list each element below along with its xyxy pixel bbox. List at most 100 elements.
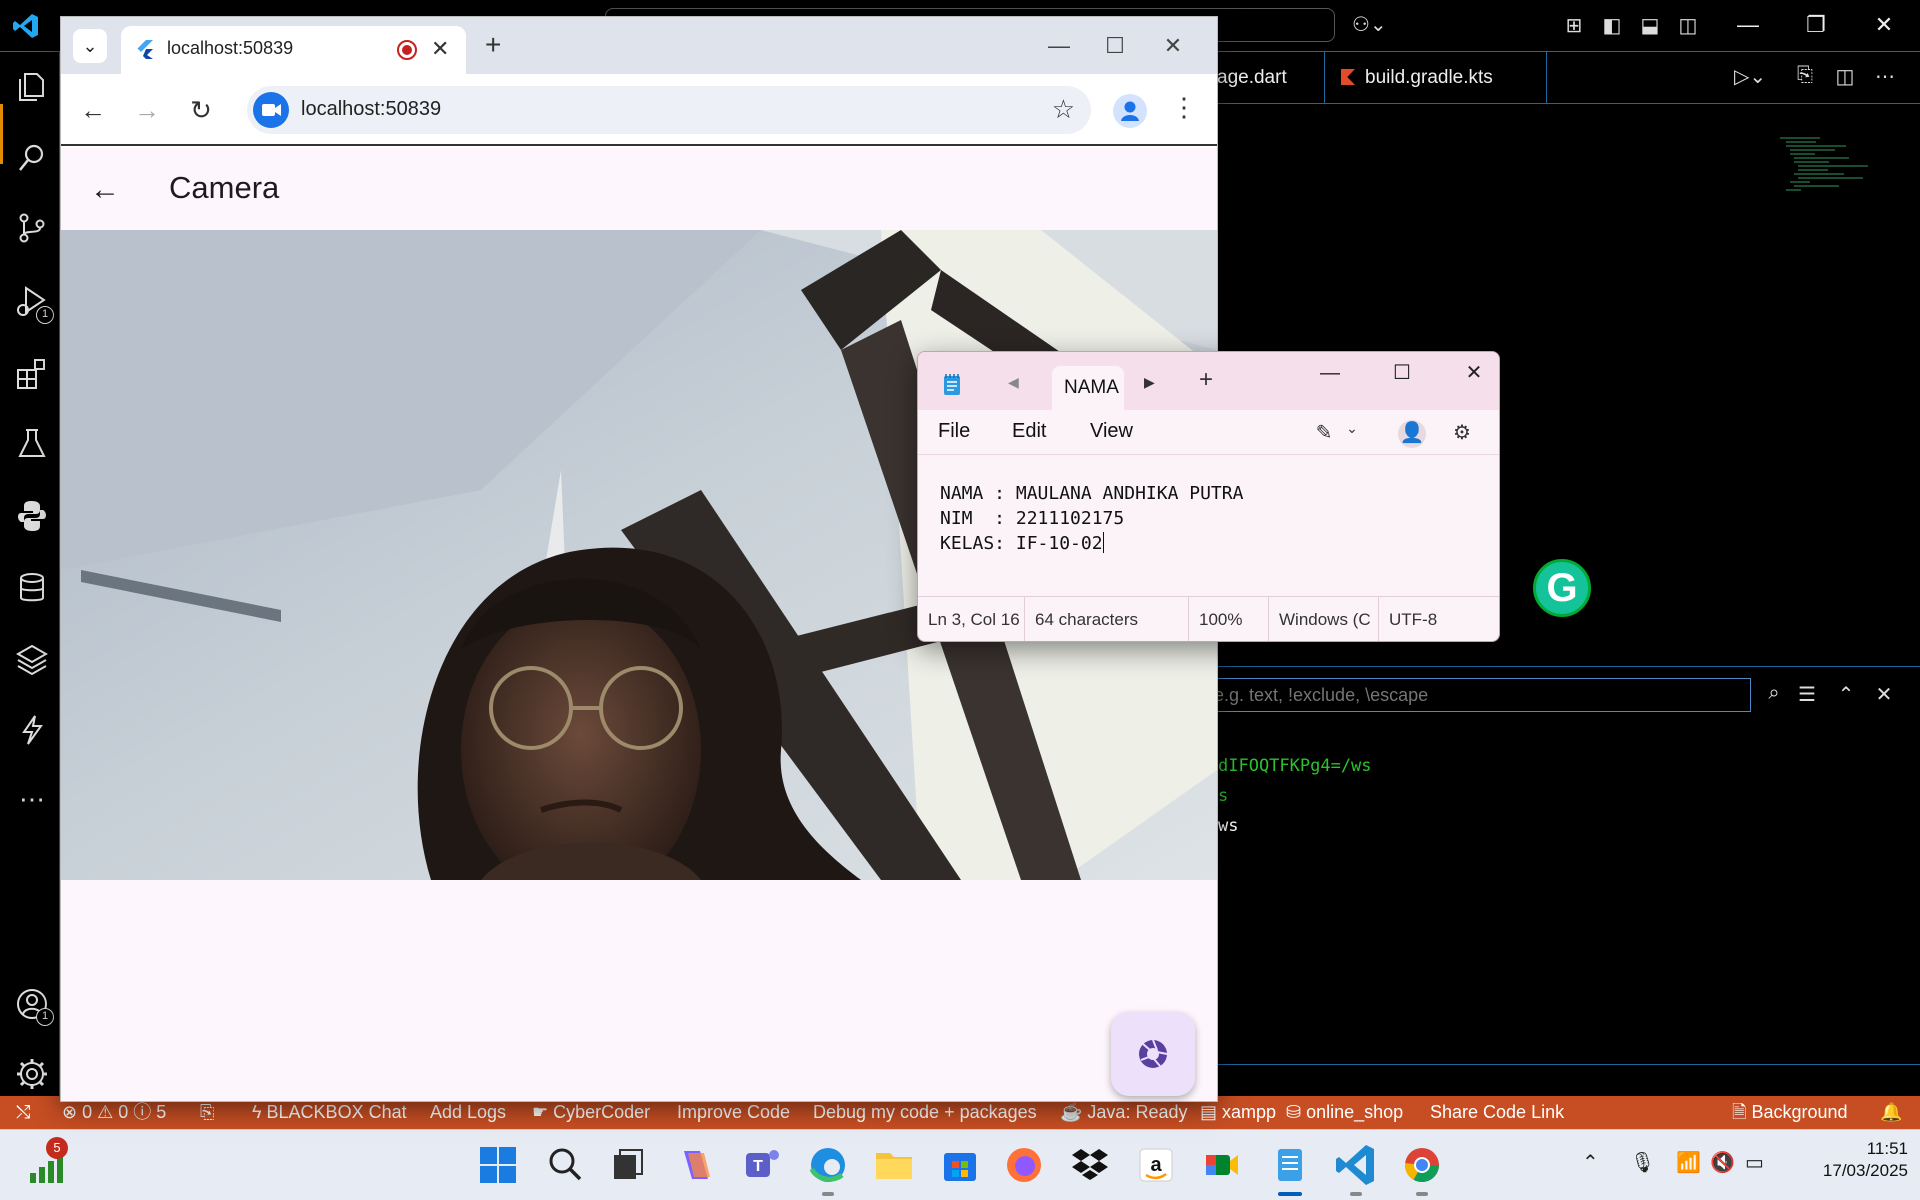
tab-scroll-left-icon[interactable]: ◀ bbox=[1008, 374, 1019, 391]
terminal-find-input[interactable] bbox=[1205, 678, 1751, 712]
tab-search-button[interactable]: ⌄ bbox=[73, 29, 107, 63]
copilot-icon[interactable]: ⚇⌄ bbox=[1352, 12, 1400, 38]
start-icon[interactable] bbox=[472, 1139, 524, 1191]
notepad-tab[interactable]: NAMA bbox=[1052, 366, 1124, 410]
vscode-taskbar-icon[interactable] bbox=[1330, 1139, 1382, 1196]
encoding[interactable]: UTF-8 bbox=[1378, 597, 1447, 641]
svg-text:a: a bbox=[1150, 1154, 1162, 1176]
task-view-icon[interactable] bbox=[602, 1139, 654, 1191]
battery-icon[interactable]: ▭ bbox=[1745, 1150, 1764, 1175]
clock[interactable]: 11:51 17/03/2025 bbox=[1788, 1138, 1908, 1182]
remote-icon[interactable]: ⤭ bbox=[16, 1096, 30, 1129]
minimap[interactable] bbox=[1780, 135, 1870, 245]
capture-button[interactable] bbox=[1111, 1012, 1195, 1096]
background-status[interactable]: 🗎 Background bbox=[1732, 1096, 1848, 1129]
share-code-status[interactable]: Share Code Link bbox=[1430, 1096, 1564, 1129]
menu-edit[interactable]: Edit bbox=[1012, 420, 1046, 443]
search-icon[interactable] bbox=[14, 140, 50, 176]
chrome-close-button[interactable]: ✕ bbox=[1153, 30, 1193, 62]
browser-tab[interactable]: localhost:50839 ✕ bbox=[121, 26, 466, 74]
menu-file[interactable]: File bbox=[938, 420, 970, 443]
find-close-icon[interactable]: ✕ bbox=[1870, 682, 1898, 710]
settings-gear-icon[interactable] bbox=[14, 1056, 50, 1092]
find-search-icon[interactable]: ⌕ bbox=[1760, 682, 1788, 710]
chrome-maximize-button[interactable]: ☐ bbox=[1095, 30, 1135, 62]
forward-button[interactable]: → bbox=[131, 94, 163, 126]
tab-scroll-right-icon[interactable]: ▶ bbox=[1144, 374, 1155, 391]
firefox-icon[interactable] bbox=[998, 1139, 1050, 1191]
camera-in-use-icon[interactable] bbox=[253, 92, 289, 128]
run-dropdown-icon[interactable]: ▷⌄ bbox=[1734, 64, 1766, 94]
teams-icon[interactable]: T bbox=[736, 1139, 788, 1191]
reload-button[interactable]: ↻ bbox=[185, 94, 217, 126]
line-ending[interactable]: Windows (C bbox=[1268, 597, 1378, 641]
editor-more-icon[interactable]: ⋯ bbox=[1870, 64, 1900, 94]
meet-icon[interactable] bbox=[1196, 1139, 1248, 1191]
notepad-taskbar-icon[interactable] bbox=[1264, 1139, 1316, 1196]
amazon-icon[interactable]: a bbox=[1130, 1139, 1182, 1191]
find-previous-icon[interactable]: ⌃ bbox=[1832, 682, 1860, 710]
accounts-icon[interactable]: 1 bbox=[14, 986, 54, 1026]
wifi-icon[interactable]: 📶 bbox=[1676, 1150, 1701, 1175]
notepad-maximize-button[interactable]: ☐ bbox=[1382, 356, 1422, 390]
toggle-secondary-sidebar-icon[interactable]: ◫ bbox=[1674, 12, 1702, 40]
toggle-sidebar-icon[interactable]: ◧ bbox=[1598, 12, 1626, 40]
new-tab-button[interactable]: + bbox=[485, 31, 501, 59]
tab-build-gradle[interactable]: build.gradle.kts bbox=[1325, 52, 1547, 104]
volume-muted-icon[interactable]: 🔇 bbox=[1710, 1150, 1735, 1175]
notifications-icon[interactable]: 🔔 bbox=[1880, 1096, 1902, 1129]
bookmark-star-icon[interactable]: ☆ bbox=[1052, 94, 1075, 125]
source-control-icon[interactable] bbox=[14, 210, 50, 246]
more-icon[interactable]: ⋯ bbox=[14, 784, 50, 820]
url-text: localhost:50839 bbox=[301, 98, 442, 120]
app-bar: ← Camera bbox=[61, 148, 1217, 230]
microsoft-store-icon[interactable] bbox=[934, 1139, 986, 1191]
back-arrow-icon[interactable]: ← bbox=[85, 170, 125, 210]
database-icon[interactable] bbox=[14, 570, 50, 606]
explorer-icon[interactable] bbox=[14, 68, 50, 104]
vscode-restore-button[interactable]: ❐ bbox=[1796, 10, 1836, 40]
notepad-editor[interactable]: NAMA : MAULANA ANDHIKA PUTRA NIM : 221110… bbox=[918, 454, 1499, 588]
python-icon[interactable] bbox=[14, 498, 50, 534]
chrome-minimize-button[interactable]: — bbox=[1039, 30, 1079, 62]
copilot-rewrite-icon[interactable]: ✎ bbox=[1310, 420, 1338, 448]
menu-view[interactable]: View bbox=[1090, 420, 1133, 443]
vscode-minimize-button[interactable]: — bbox=[1728, 10, 1768, 40]
db-status[interactable]: ⛁ online_shop bbox=[1286, 1096, 1403, 1129]
layers-icon[interactable] bbox=[14, 642, 50, 678]
new-tab-plus-icon[interactable]: + bbox=[1199, 366, 1213, 394]
profile-avatar[interactable] bbox=[1113, 94, 1147, 128]
weather-widget[interactable]: 5 bbox=[22, 1137, 74, 1191]
open-changes-icon[interactable]: ⎘ bbox=[1790, 64, 1820, 94]
split-editor-icon[interactable]: ◫ bbox=[1830, 64, 1860, 94]
zoom-level[interactable]: 100% bbox=[1188, 597, 1252, 641]
file-explorer-icon[interactable] bbox=[868, 1139, 920, 1191]
tab-page-dart[interactable]: age.dart bbox=[1217, 52, 1325, 104]
notepad-title-bar: ◀ NAMA ▶ + — ☐ ✕ bbox=[918, 352, 1499, 410]
chrome-menu-icon[interactable]: ⋮ bbox=[1171, 92, 1197, 123]
notepad-minimize-button[interactable]: — bbox=[1310, 356, 1350, 390]
close-tab-icon[interactable]: ✕ bbox=[431, 36, 449, 62]
tray-overflow-icon[interactable]: ⌃ bbox=[1582, 1150, 1599, 1175]
customize-layout-icon[interactable]: ⊞ bbox=[1560, 12, 1588, 40]
extensions-icon[interactable] bbox=[14, 356, 50, 392]
blackbox-icon[interactable] bbox=[14, 712, 50, 748]
vscode-close-button[interactable]: ✕ bbox=[1864, 10, 1904, 40]
testing-icon[interactable] bbox=[14, 426, 50, 462]
back-button[interactable]: ← bbox=[77, 94, 109, 126]
notepad-settings-icon[interactable]: ⚙ bbox=[1448, 420, 1476, 448]
toggle-panel-icon[interactable]: ⬓ bbox=[1636, 12, 1664, 40]
search-taskbar-icon[interactable] bbox=[538, 1139, 590, 1191]
dropbox-icon[interactable] bbox=[1064, 1139, 1116, 1191]
copilot-taskbar-icon[interactable] bbox=[670, 1139, 722, 1191]
address-bar[interactable]: localhost:50839 ☆ bbox=[247, 86, 1091, 134]
copilot-dropdown-icon[interactable]: ⌄ bbox=[1338, 420, 1366, 448]
microphone-icon[interactable]: 🎙 bbox=[1630, 1150, 1655, 1175]
run-debug-icon[interactable]: 1 bbox=[14, 284, 54, 324]
edge-icon[interactable] bbox=[802, 1139, 854, 1196]
notepad-close-button[interactable]: ✕ bbox=[1454, 356, 1494, 390]
account-icon[interactable]: 👤 bbox=[1398, 420, 1426, 448]
chrome-taskbar-icon[interactable] bbox=[1396, 1139, 1448, 1196]
find-filter-icon[interactable]: ☰ bbox=[1793, 682, 1821, 710]
grammarly-icon[interactable]: G bbox=[1533, 559, 1591, 617]
